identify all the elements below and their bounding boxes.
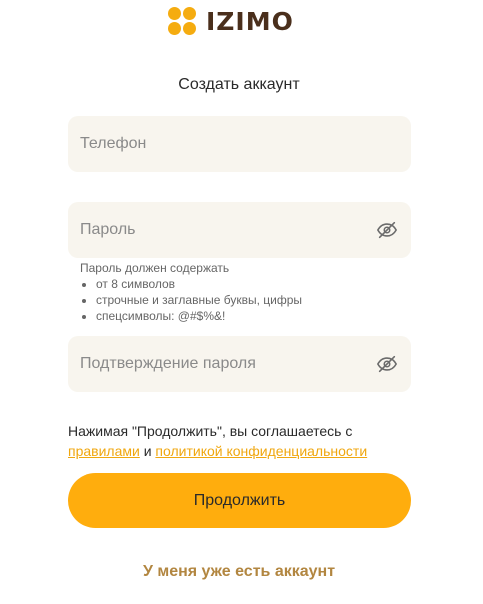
consent-conjunction: и xyxy=(139,443,156,459)
password-rule: от 8 символов xyxy=(96,276,302,292)
password-rule: строчные и заглавные буквы, цифры xyxy=(96,292,302,308)
confirm-password-field-container xyxy=(68,336,411,392)
consent-text-before: Нажимая "Продолжить", вы соглашаетесь с xyxy=(68,423,353,439)
password-input[interactable] xyxy=(80,221,367,239)
continue-button[interactable]: Продолжить xyxy=(68,473,411,528)
have-account-link[interactable]: У меня уже есть аккаунт xyxy=(0,563,478,581)
password-requirements-heading: Пароль должен содержать xyxy=(80,261,230,275)
rules-link[interactable]: правилами xyxy=(68,443,140,459)
logo-mark xyxy=(168,6,198,36)
password-rule: спецсимволы: @#$%&! xyxy=(96,308,302,324)
phone-input[interactable] xyxy=(80,135,399,153)
logo-text: IZIMO xyxy=(206,6,294,36)
eye-off-icon[interactable] xyxy=(375,352,399,376)
password-requirements-list: от 8 символов строчные и заглавные буквы… xyxy=(80,276,302,324)
consent-text: Нажимая "Продолжить", вы соглашаетесь с … xyxy=(68,421,428,461)
phone-field-container xyxy=(68,116,411,172)
page-title: Создать аккаунт xyxy=(178,76,300,93)
password-field-container xyxy=(68,202,411,258)
confirm-password-input[interactable] xyxy=(80,355,367,373)
logo: IZIMO xyxy=(168,5,294,37)
password-requirements: Пароль должен содержать от 8 символов ст… xyxy=(80,260,302,324)
privacy-policy-link[interactable]: политикой конфиденциальности xyxy=(155,443,367,459)
eye-off-icon[interactable] xyxy=(375,218,399,242)
